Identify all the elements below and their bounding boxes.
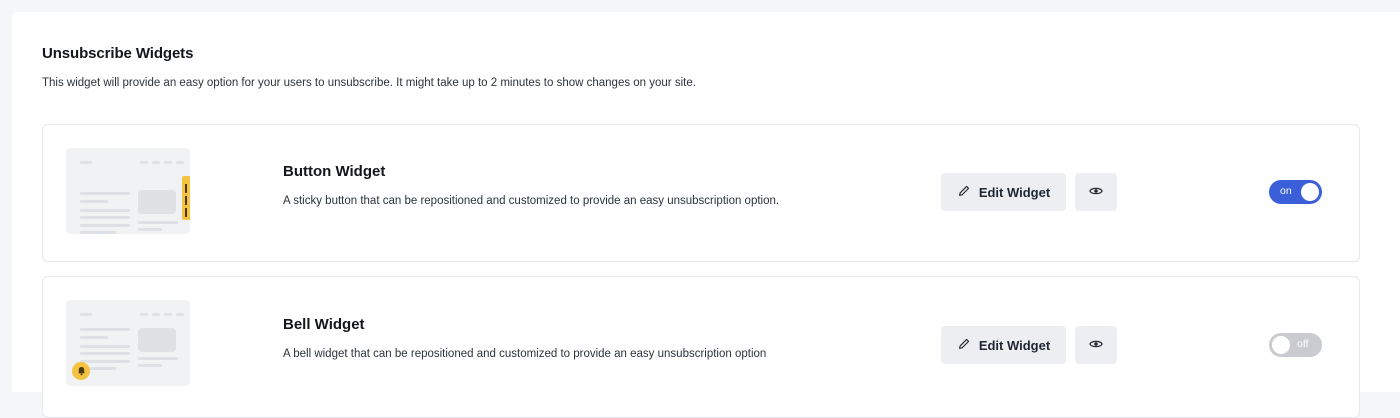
- widget-card-button: Button Widget A sticky button that can b…: [42, 124, 1360, 262]
- widget-card-bell: Bell Widget A bell widget that can be re…: [42, 276, 1360, 418]
- pencil-icon: [957, 184, 971, 201]
- section-title: Unsubscribe Widgets: [42, 45, 194, 62]
- button-widget-thumbnail: [66, 148, 190, 234]
- bell-icon: [72, 362, 90, 380]
- edit-widget-label: Edit Widget: [978, 337, 1051, 353]
- toggle-knob: [1272, 336, 1290, 354]
- widget-title: Button Widget: [283, 163, 386, 180]
- widget-description: A bell widget that can be repositioned a…: [283, 348, 767, 360]
- pencil-icon: [957, 337, 971, 354]
- widget-description: A sticky button that can be repositioned…: [283, 195, 780, 207]
- section-description: This widget will provide an easy option …: [42, 77, 696, 89]
- bell-widget-thumbnail: [66, 300, 190, 386]
- toggle-state-label: on: [1280, 185, 1292, 197]
- eye-icon: [1089, 336, 1103, 354]
- widget-enable-toggle[interactable]: off: [1269, 333, 1322, 357]
- edit-widget-label: Edit Widget: [978, 184, 1051, 200]
- sticky-button-preview: [182, 176, 190, 220]
- toggle-state-label: off: [1297, 338, 1309, 350]
- eye-icon: [1089, 183, 1103, 201]
- toggle-knob: [1301, 183, 1319, 201]
- preview-widget-button[interactable]: [1075, 173, 1117, 211]
- widget-title: Bell Widget: [283, 316, 365, 333]
- edit-widget-button[interactable]: Edit Widget: [941, 326, 1066, 364]
- preview-widget-button[interactable]: [1075, 326, 1117, 364]
- widget-enable-toggle[interactable]: on: [1269, 180, 1322, 204]
- unsubscribe-widgets-panel: Unsubscribe Widgets This widget will pro…: [12, 12, 1400, 418]
- edit-widget-button[interactable]: Edit Widget: [941, 173, 1066, 211]
